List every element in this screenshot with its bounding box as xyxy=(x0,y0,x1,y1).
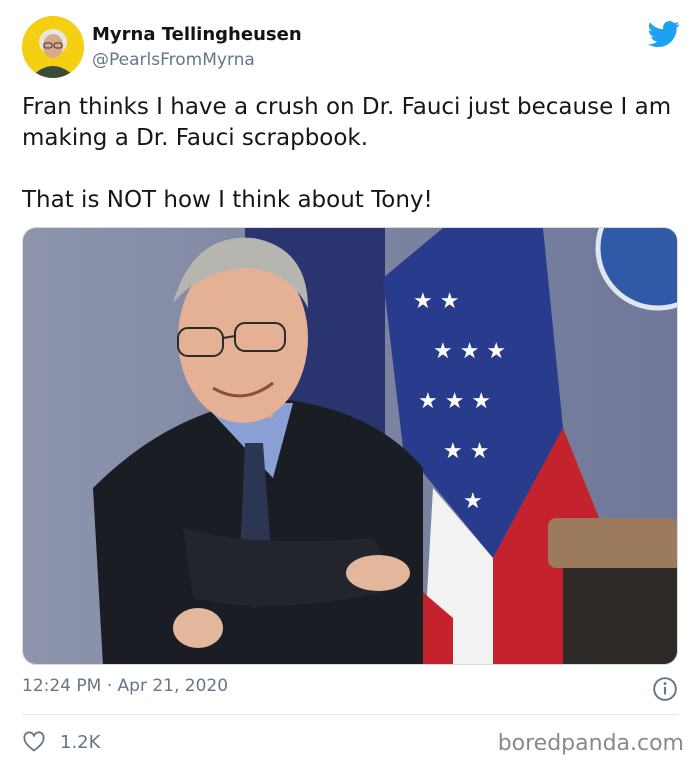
tweet-line-1: Fran thinks I have a crush on Dr. Fauci … xyxy=(22,94,672,151)
like-count: 1.2K xyxy=(60,731,101,753)
watermark: boredpanda.com xyxy=(497,731,684,756)
tweet-photo[interactable]: ★ ★ ★ ★ ★ ★ ★ ★ ★ ★ ★ xyxy=(22,227,678,665)
tweet-text: Fran thinks I have a crush on Dr. Fauci … xyxy=(22,92,678,216)
avatar[interactable] xyxy=(22,16,84,78)
twitter-bird-icon[interactable] xyxy=(648,18,680,50)
display-name[interactable]: Myrna Tellingheusen xyxy=(92,24,302,45)
like-action[interactable]: 1.2K xyxy=(22,728,100,756)
divider xyxy=(22,714,678,715)
user-handle[interactable]: @PearlsFromMyrna xyxy=(92,50,255,70)
svg-text:★ ★: ★ ★ xyxy=(443,439,489,464)
svg-text:★ ★ ★: ★ ★ ★ xyxy=(433,339,506,364)
tweet-header: Myrna Tellingheusen @PearlsFromMyrna xyxy=(22,16,682,78)
tweet-line-2: That is NOT how I think about Tony! xyxy=(22,187,433,213)
svg-text:★ ★ ★: ★ ★ ★ xyxy=(418,389,491,414)
info-icon[interactable] xyxy=(652,676,678,702)
svg-text:★: ★ xyxy=(463,489,483,514)
tweet-timestamp[interactable]: 12:24 PM · Apr 21, 2020 xyxy=(22,676,228,696)
heart-icon[interactable] xyxy=(22,730,46,754)
svg-text:★ ★: ★ ★ xyxy=(413,289,459,314)
